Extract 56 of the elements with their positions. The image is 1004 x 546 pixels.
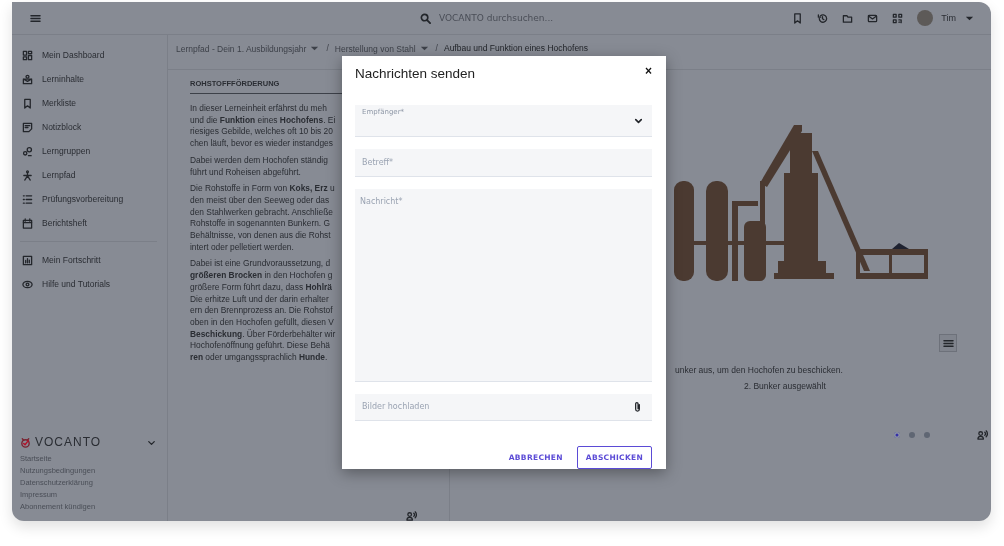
subject-field[interactable]: Betreff* xyxy=(355,149,652,177)
user-menu[interactable]: Tim xyxy=(917,10,975,26)
breadcrumb-separator: / xyxy=(326,43,329,53)
sidebar-item[interactable]: Notizblock xyxy=(20,115,157,139)
paperclip-icon xyxy=(632,401,643,413)
carousel-dot[interactable] xyxy=(924,431,930,438)
sidebar-item[interactable]: Berichtsheft xyxy=(20,211,157,235)
instruction-text: unker aus, um den Hochofen zu beschicken. xyxy=(675,365,844,375)
breadcrumb-separator: / xyxy=(435,43,438,53)
menu-button[interactable] xyxy=(939,334,957,352)
menu-icon[interactable] xyxy=(30,12,41,24)
breadcrumb-item[interactable]: Aufbau und Funktion eines Hochofens xyxy=(443,43,589,53)
paragraph: In dieser Lerneinheit erfährst du meh und die Funktion eines Hochofens. Ei riesiges Gebilde, welches oft 10 bis 20 chen läuft, bevor es wieder instandges xyxy=(190,103,336,150)
path-icon xyxy=(22,169,33,181)
status-text: 2. Bunker ausgewählt xyxy=(744,381,827,391)
chart-icon xyxy=(22,254,33,266)
paragraph: Dabei ist eine Grundvoraussetzung, d größeren Brocken in den Hochofen g größere Form führt dazu, dass Hohlrä Die erhitze Luft und der darin erhalter ern den Brennprozess an. Die Rohstof oben in den Hochofen gefüllt, diesen V Beschickung. Über Förderbehälter wir Hochofenöffnung geführt. Diese Behä ren oder umgangssprachlich Hunde. xyxy=(190,258,336,364)
history-icon[interactable] xyxy=(817,12,829,24)
sidebar-item[interactable]: Mein Fortschritt xyxy=(20,248,157,272)
avatar xyxy=(917,10,934,26)
sidebar-item[interactable]: Lernpfad xyxy=(20,163,157,187)
menu-icon xyxy=(942,337,954,349)
paragraph: Die Rohstoffe in Form von Koks, Erz u den meist über den Seeweg oder das den Stahlwerken gebracht. Anschließe Rohstoffe in sogenannten Bunkern. G Behältnisse, von denen aus die Rohst intert oder pelletiert werden. xyxy=(190,183,335,254)
eye-icon xyxy=(22,278,33,290)
calendar-icon xyxy=(22,217,33,229)
sidebar-item[interactable]: Lerngruppen xyxy=(20,139,157,163)
logo-icon xyxy=(20,436,31,448)
speaker-person-icon[interactable] xyxy=(977,429,988,440)
user-name: Tim xyxy=(941,13,956,23)
qr-code-icon[interactable] xyxy=(892,12,904,24)
sidebar-item[interactable]: Merkliste xyxy=(20,91,157,115)
breadcrumb-item[interactable]: Herstellung von Stahl xyxy=(334,43,430,54)
sidebar-item[interactable]: Lerninhalte xyxy=(20,67,157,91)
people-icon xyxy=(22,145,33,157)
close-button[interactable]: × xyxy=(645,66,652,76)
sidebar-item[interactable]: Hilfe und Tutorials xyxy=(20,272,157,296)
sidebar-item[interactable]: Prüfungsvorbereitung xyxy=(20,187,157,211)
breadcrumb-item[interactable]: Lernpfad - Dein 1. Ausbildungsjahr xyxy=(176,43,321,54)
brand-logo[interactable]: VOCANTO xyxy=(20,435,102,449)
folder-icon[interactable] xyxy=(842,12,854,24)
search-icon xyxy=(420,12,431,24)
mail-icon[interactable] xyxy=(867,12,879,24)
paragraph: Dabei werden dem Hochofen ständig führt und Roheisen abgeführt. xyxy=(190,154,328,179)
box-icon xyxy=(22,73,33,85)
message-field[interactable]: Nachricht* xyxy=(355,188,652,382)
note-icon xyxy=(22,121,33,133)
speaker-person-icon[interactable] xyxy=(406,510,417,521)
bookmark-icon xyxy=(22,97,33,109)
list-icon xyxy=(22,193,33,205)
image-upload-field[interactable]: Bilder hochladen xyxy=(355,393,652,421)
dialog-title: Nachrichten senden xyxy=(355,66,476,81)
carousel-dot[interactable] xyxy=(894,431,900,438)
carousel-dot[interactable] xyxy=(909,431,915,438)
sidebar-item[interactable]: Mein Dashboard xyxy=(20,43,157,67)
dashboard-icon xyxy=(22,49,33,61)
bookmark-icon[interactable] xyxy=(792,12,804,24)
